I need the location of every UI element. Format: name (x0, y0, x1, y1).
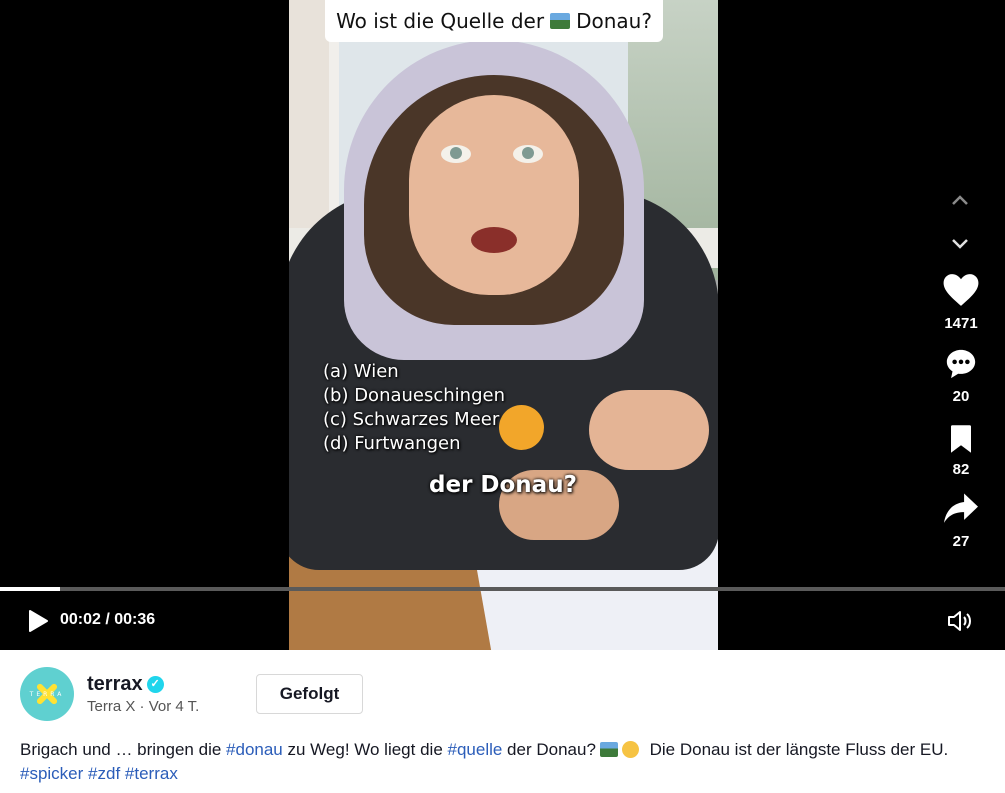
video-caption: der Donau? (429, 472, 577, 498)
video-description: Brigach und … bringen die #donau zu Weg!… (20, 738, 990, 786)
share-arrow-icon (944, 493, 978, 523)
comment-icon (946, 349, 976, 379)
video-frame[interactable]: Wo ist die Quelle der Donau? (a) Wien (b… (289, 0, 718, 650)
question-text: Wo ist die Quelle der (336, 9, 545, 33)
question-banner: Wo ist die Quelle der Donau? (325, 0, 663, 42)
hashtag-link[interactable]: #donau (226, 740, 283, 759)
face (409, 95, 579, 295)
video-player[interactable]: Wo ist die Quelle der Donau? (a) Wien (b… (0, 0, 1005, 650)
share-button[interactable]: 27 (935, 492, 987, 550)
separator: · (139, 698, 145, 715)
hashtag-link[interactable]: #spicker (20, 764, 83, 783)
mountain-lake-icon (550, 13, 571, 29)
eye (441, 145, 471, 163)
author-subline: Terra X · Vor 4 T. (87, 698, 199, 715)
answer-b: (b) Donaueschingen (323, 385, 505, 406)
hashtag-link[interactable]: #terrax (125, 764, 178, 783)
wall (289, 0, 329, 230)
time-display: 00:02 / 00:36 (60, 611, 156, 628)
author-username[interactable]: terrax ✓ (87, 673, 164, 696)
share-count: 27 (952, 533, 970, 550)
description-text: der Donau? (502, 740, 596, 759)
heart-icon (943, 274, 979, 306)
hashtag-link[interactable]: #zdf (88, 764, 120, 783)
progress-fill (0, 587, 61, 591)
mouth (471, 227, 517, 253)
answer-c: (c) Schwarzes Meer (323, 409, 500, 430)
verified-badge-icon: ✓ (146, 676, 164, 693)
post-age: Vor 4 T. (148, 698, 200, 715)
play-button[interactable] (26, 608, 50, 634)
follow-button[interactable]: Gefolgt (256, 674, 363, 714)
chevron-down-icon (952, 239, 968, 249)
volume-button[interactable] (946, 608, 974, 634)
answer-list: (a) Wien (b) Donaueschingen (c) Schwarze… (323, 360, 505, 456)
hashtag-link[interactable]: #quelle (448, 740, 503, 759)
save-count: 82 (952, 461, 970, 478)
thinking-face-icon (621, 741, 639, 758)
description-text: zu Weg! Wo liegt die (282, 740, 448, 759)
eye (513, 145, 543, 163)
question-end: Donau? (576, 9, 652, 33)
previous-video-button[interactable] (944, 188, 976, 212)
description-text: Brigach und … bringen die (20, 740, 227, 759)
save-button[interactable]: 82 (935, 424, 987, 478)
comment-count: 20 (952, 388, 970, 405)
bookmark-icon (951, 425, 971, 453)
like-button[interactable]: 1471 (935, 272, 987, 332)
description-text: Die Donau ist der längste Fluss der EU. (644, 740, 949, 759)
comment-button[interactable]: 20 (935, 347, 987, 405)
mountain-lake-icon (599, 742, 618, 757)
avatar-logo-text: TERRA (29, 691, 65, 698)
avatar[interactable]: TERRA (20, 667, 74, 721)
hand (589, 390, 709, 470)
like-count: 1471 (944, 315, 978, 332)
toy-figure (499, 405, 544, 450)
answer-a: (a) Wien (323, 361, 399, 382)
progress-bar[interactable] (0, 587, 1005, 591)
play-icon (29, 610, 48, 632)
next-video-button[interactable] (944, 232, 976, 256)
chevron-up-icon (952, 195, 968, 205)
display-name: Terra X (87, 698, 136, 715)
username-text: terrax (87, 673, 143, 695)
speaker-icon (948, 611, 971, 631)
answer-d: (d) Furtwangen (323, 433, 461, 454)
